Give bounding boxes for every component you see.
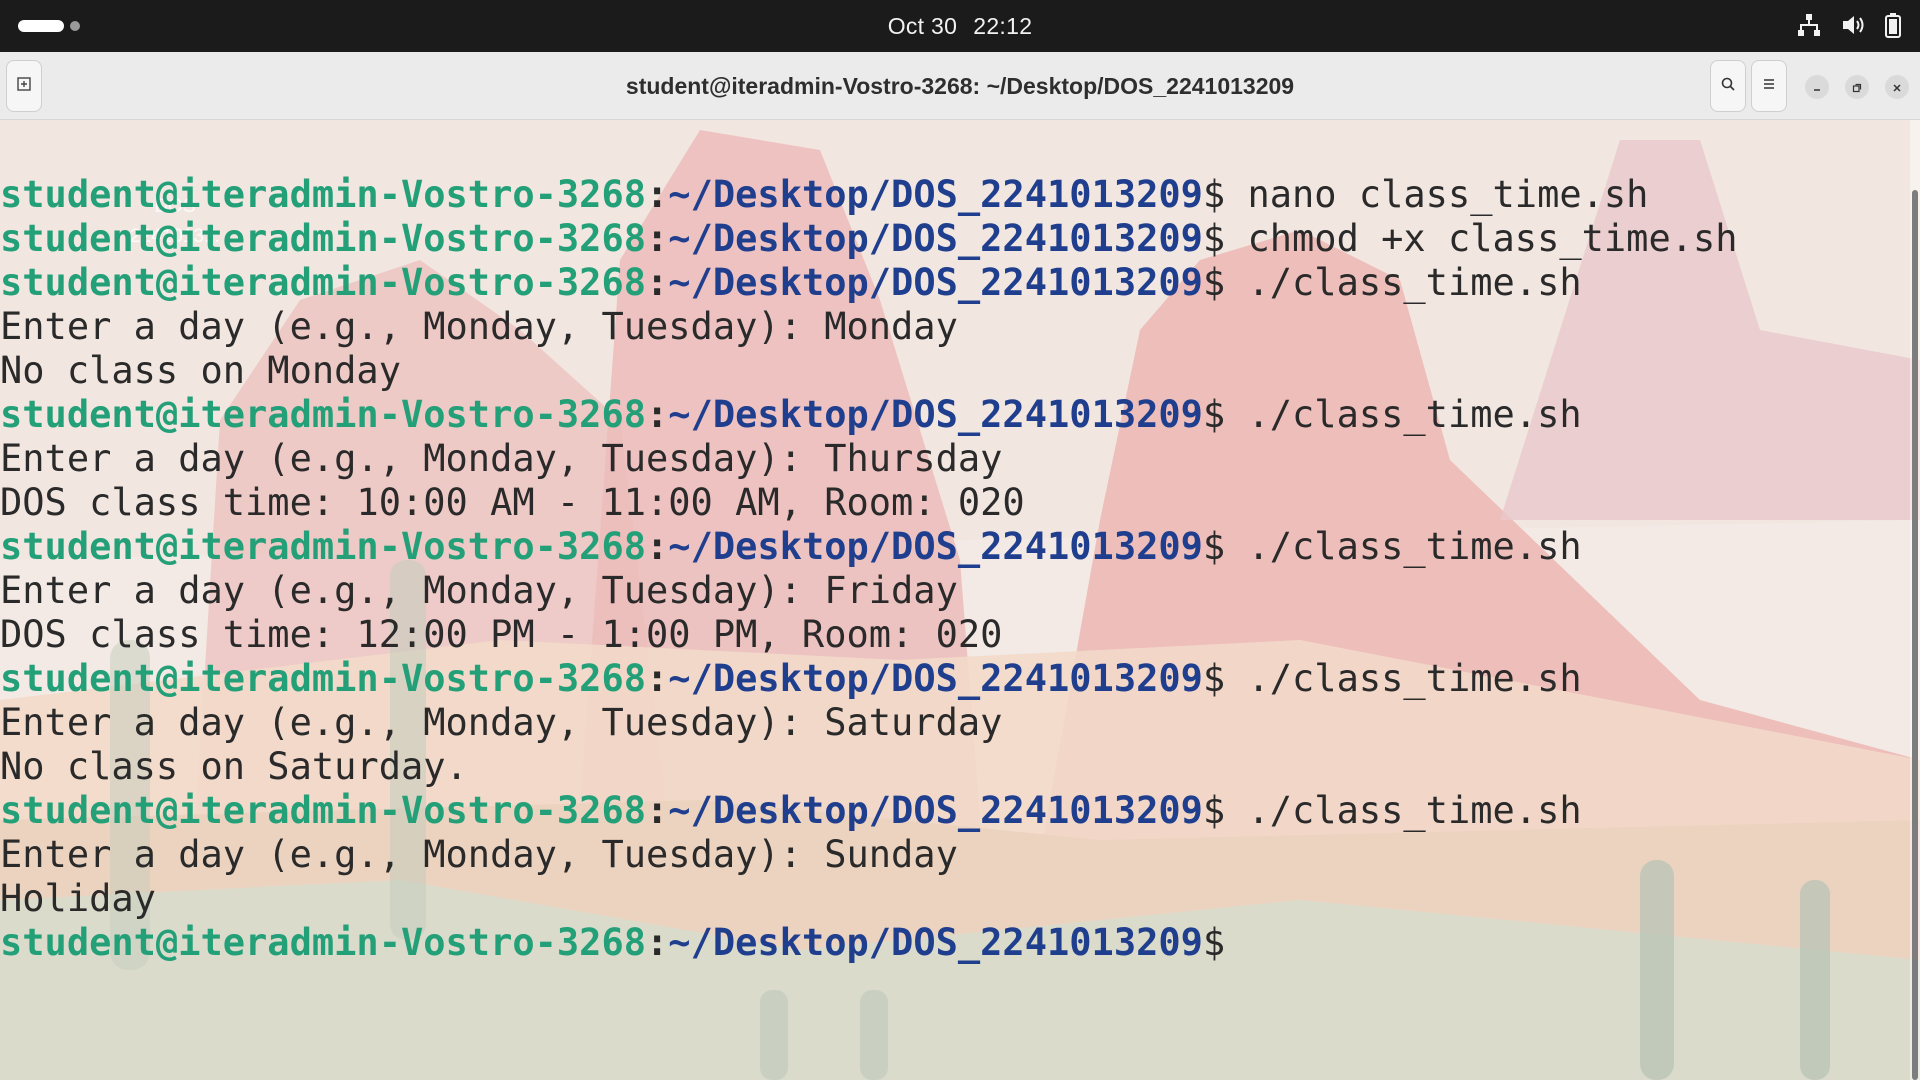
- terminal-output[interactable]: student@iteradmin-Vostro-3268:~/Desktop/…: [0, 120, 1910, 1080]
- prompt-path: ~/Desktop/DOS_2241013209: [668, 657, 1203, 700]
- scrollbar-thumb[interactable]: [1912, 190, 1918, 1080]
- prompt-path: ~/Desktop/DOS_2241013209: [668, 217, 1203, 260]
- clock-time: 22:12: [973, 12, 1033, 39]
- maximize-icon: [1852, 78, 1862, 97]
- prompt-separator: :: [646, 921, 669, 964]
- minimize-icon: [1812, 78, 1822, 97]
- terminal-command: ./class_time.sh: [1225, 393, 1582, 436]
- terminal-output-line: Enter a day (e.g., Monday, Tuesday): Sat…: [0, 701, 1003, 744]
- prompt-path: ~/Desktop/DOS_2241013209: [668, 525, 1203, 568]
- new-tab-icon: [16, 76, 32, 96]
- workspace-indicator-active[interactable]: [18, 20, 64, 32]
- prompt-separator: :: [646, 261, 669, 304]
- prompt-separator: :: [646, 525, 669, 568]
- minimize-button[interactable]: [1805, 75, 1829, 99]
- prompt-user: student@iteradmin-Vostro-3268: [0, 525, 647, 568]
- prompt-symbol: $: [1202, 921, 1226, 964]
- prompt-path: ~/Desktop/DOS_2241013209: [668, 393, 1203, 436]
- prompt-symbol: $: [1202, 173, 1226, 216]
- prompt-symbol: $: [1202, 789, 1226, 832]
- terminal-window: student@iteradmin-Vostro-3268: ~/Desktop…: [0, 52, 1920, 1080]
- prompt-symbol: $: [1202, 393, 1226, 436]
- prompt-symbol: $: [1202, 261, 1226, 304]
- close-icon: [1892, 78, 1902, 97]
- terminal-line-prompt: student@iteradmin-Vostro-3268:~/Desktop/…: [0, 217, 1910, 261]
- terminal-output-line: No class on Monday: [0, 349, 401, 392]
- terminal-output-line: DOS class time: 12:00 PM - 1:00 PM, Room…: [0, 613, 1003, 656]
- menu-button[interactable]: [1751, 60, 1787, 112]
- menu-icon: [1761, 76, 1777, 96]
- prompt-user: student@iteradmin-Vostro-3268: [0, 921, 647, 964]
- prompt-user: student@iteradmin-Vostro-3268: [0, 173, 647, 216]
- terminal-output-line: Holiday: [0, 877, 156, 920]
- terminal-command: chmod +x class_time.sh: [1225, 217, 1738, 260]
- prompt-user: student@iteradmin-Vostro-3268: [0, 217, 647, 260]
- terminal-line-prompt-current: student@iteradmin-Vostro-3268:~/Desktop/…: [0, 921, 1910, 965]
- terminal-line-prompt: student@iteradmin-Vostro-3268:~/Desktop/…: [0, 657, 1910, 701]
- terminal-output-line: Enter a day (e.g., Monday, Tuesday): Thu…: [0, 437, 1003, 480]
- prompt-separator: :: [646, 393, 669, 436]
- prompt-user: student@iteradmin-Vostro-3268: [0, 657, 647, 700]
- terminal-command: ./class_time.sh: [1225, 789, 1582, 832]
- terminal-scrollbar[interactable]: [1910, 120, 1920, 1080]
- network-wired-icon[interactable]: [1796, 12, 1822, 38]
- window-title: student@iteradmin-Vostro-3268: ~/Desktop…: [625, 72, 1295, 99]
- maximize-button[interactable]: [1845, 75, 1869, 99]
- terminal-output-line: Enter a day (e.g., Monday, Tuesday): Sun…: [0, 833, 958, 876]
- prompt-path: ~/Desktop/DOS_2241013209: [668, 261, 1203, 304]
- terminal-line-prompt: student@iteradmin-Vostro-3268:~/Desktop/…: [0, 173, 1910, 217]
- prompt-symbol: $: [1202, 657, 1226, 700]
- prompt-user: student@iteradmin-Vostro-3268: [0, 261, 647, 304]
- activities-button[interactable]: [18, 20, 80, 32]
- terminal-command: nano class_time.sh: [1225, 173, 1649, 216]
- terminal-output-line: No class on Saturday.: [0, 745, 468, 788]
- prompt-separator: :: [646, 217, 669, 260]
- terminal-output-line: Enter a day (e.g., Monday, Tuesday): Mon…: [0, 305, 958, 348]
- search-button[interactable]: [1710, 60, 1746, 112]
- prompt-separator: :: [646, 789, 669, 832]
- prompt-path: ~/Desktop/DOS_2241013209: [668, 173, 1203, 216]
- terminal-output-line: DOS class time: 10:00 AM - 11:00 AM, Roo…: [0, 481, 1025, 524]
- terminal-line-prompt: student@iteradmin-Vostro-3268:~/Desktop/…: [0, 261, 1910, 305]
- prompt-symbol: $: [1202, 525, 1226, 568]
- terminal-command: ./class_time.sh: [1225, 657, 1582, 700]
- prompt-user: student@iteradmin-Vostro-3268: [0, 789, 647, 832]
- prompt-path: ~/Desktop/DOS_2241013209: [668, 789, 1203, 832]
- search-icon: [1720, 76, 1736, 96]
- terminal-command: ./class_time.sh: [1225, 525, 1582, 568]
- terminal-line-prompt: student@iteradmin-Vostro-3268:~/Desktop/…: [0, 525, 1910, 569]
- close-button[interactable]: [1885, 75, 1909, 99]
- clock-date: Oct 30: [887, 12, 958, 39]
- prompt-user: student@iteradmin-Vostro-3268: [0, 393, 647, 436]
- terminal-command: ./class_time.sh: [1225, 261, 1582, 304]
- new-tab-button[interactable]: [6, 60, 42, 112]
- prompt-path: ~/Desktop/DOS_2241013209: [668, 921, 1203, 964]
- battery-icon[interactable]: [1884, 12, 1902, 38]
- prompt-separator: :: [646, 657, 669, 700]
- workspace-indicator[interactable]: [70, 21, 80, 31]
- prompt-symbol: $: [1202, 217, 1226, 260]
- terminal-output-line: Enter a day (e.g., Monday, Tuesday): Fri…: [0, 569, 958, 612]
- top-bar: Oct 30 22:12: [0, 0, 1920, 52]
- prompt-separator: :: [646, 173, 669, 216]
- terminal-line-prompt: student@iteradmin-Vostro-3268:~/Desktop/…: [0, 789, 1910, 833]
- system-tray[interactable]: [1796, 12, 1902, 38]
- clock[interactable]: Oct 30 22:12: [888, 13, 1033, 40]
- volume-icon[interactable]: [1840, 12, 1866, 38]
- window-headerbar[interactable]: student@iteradmin-Vostro-3268: ~/Desktop…: [0, 52, 1920, 120]
- terminal-line-prompt: student@iteradmin-Vostro-3268:~/Desktop/…: [0, 393, 1910, 437]
